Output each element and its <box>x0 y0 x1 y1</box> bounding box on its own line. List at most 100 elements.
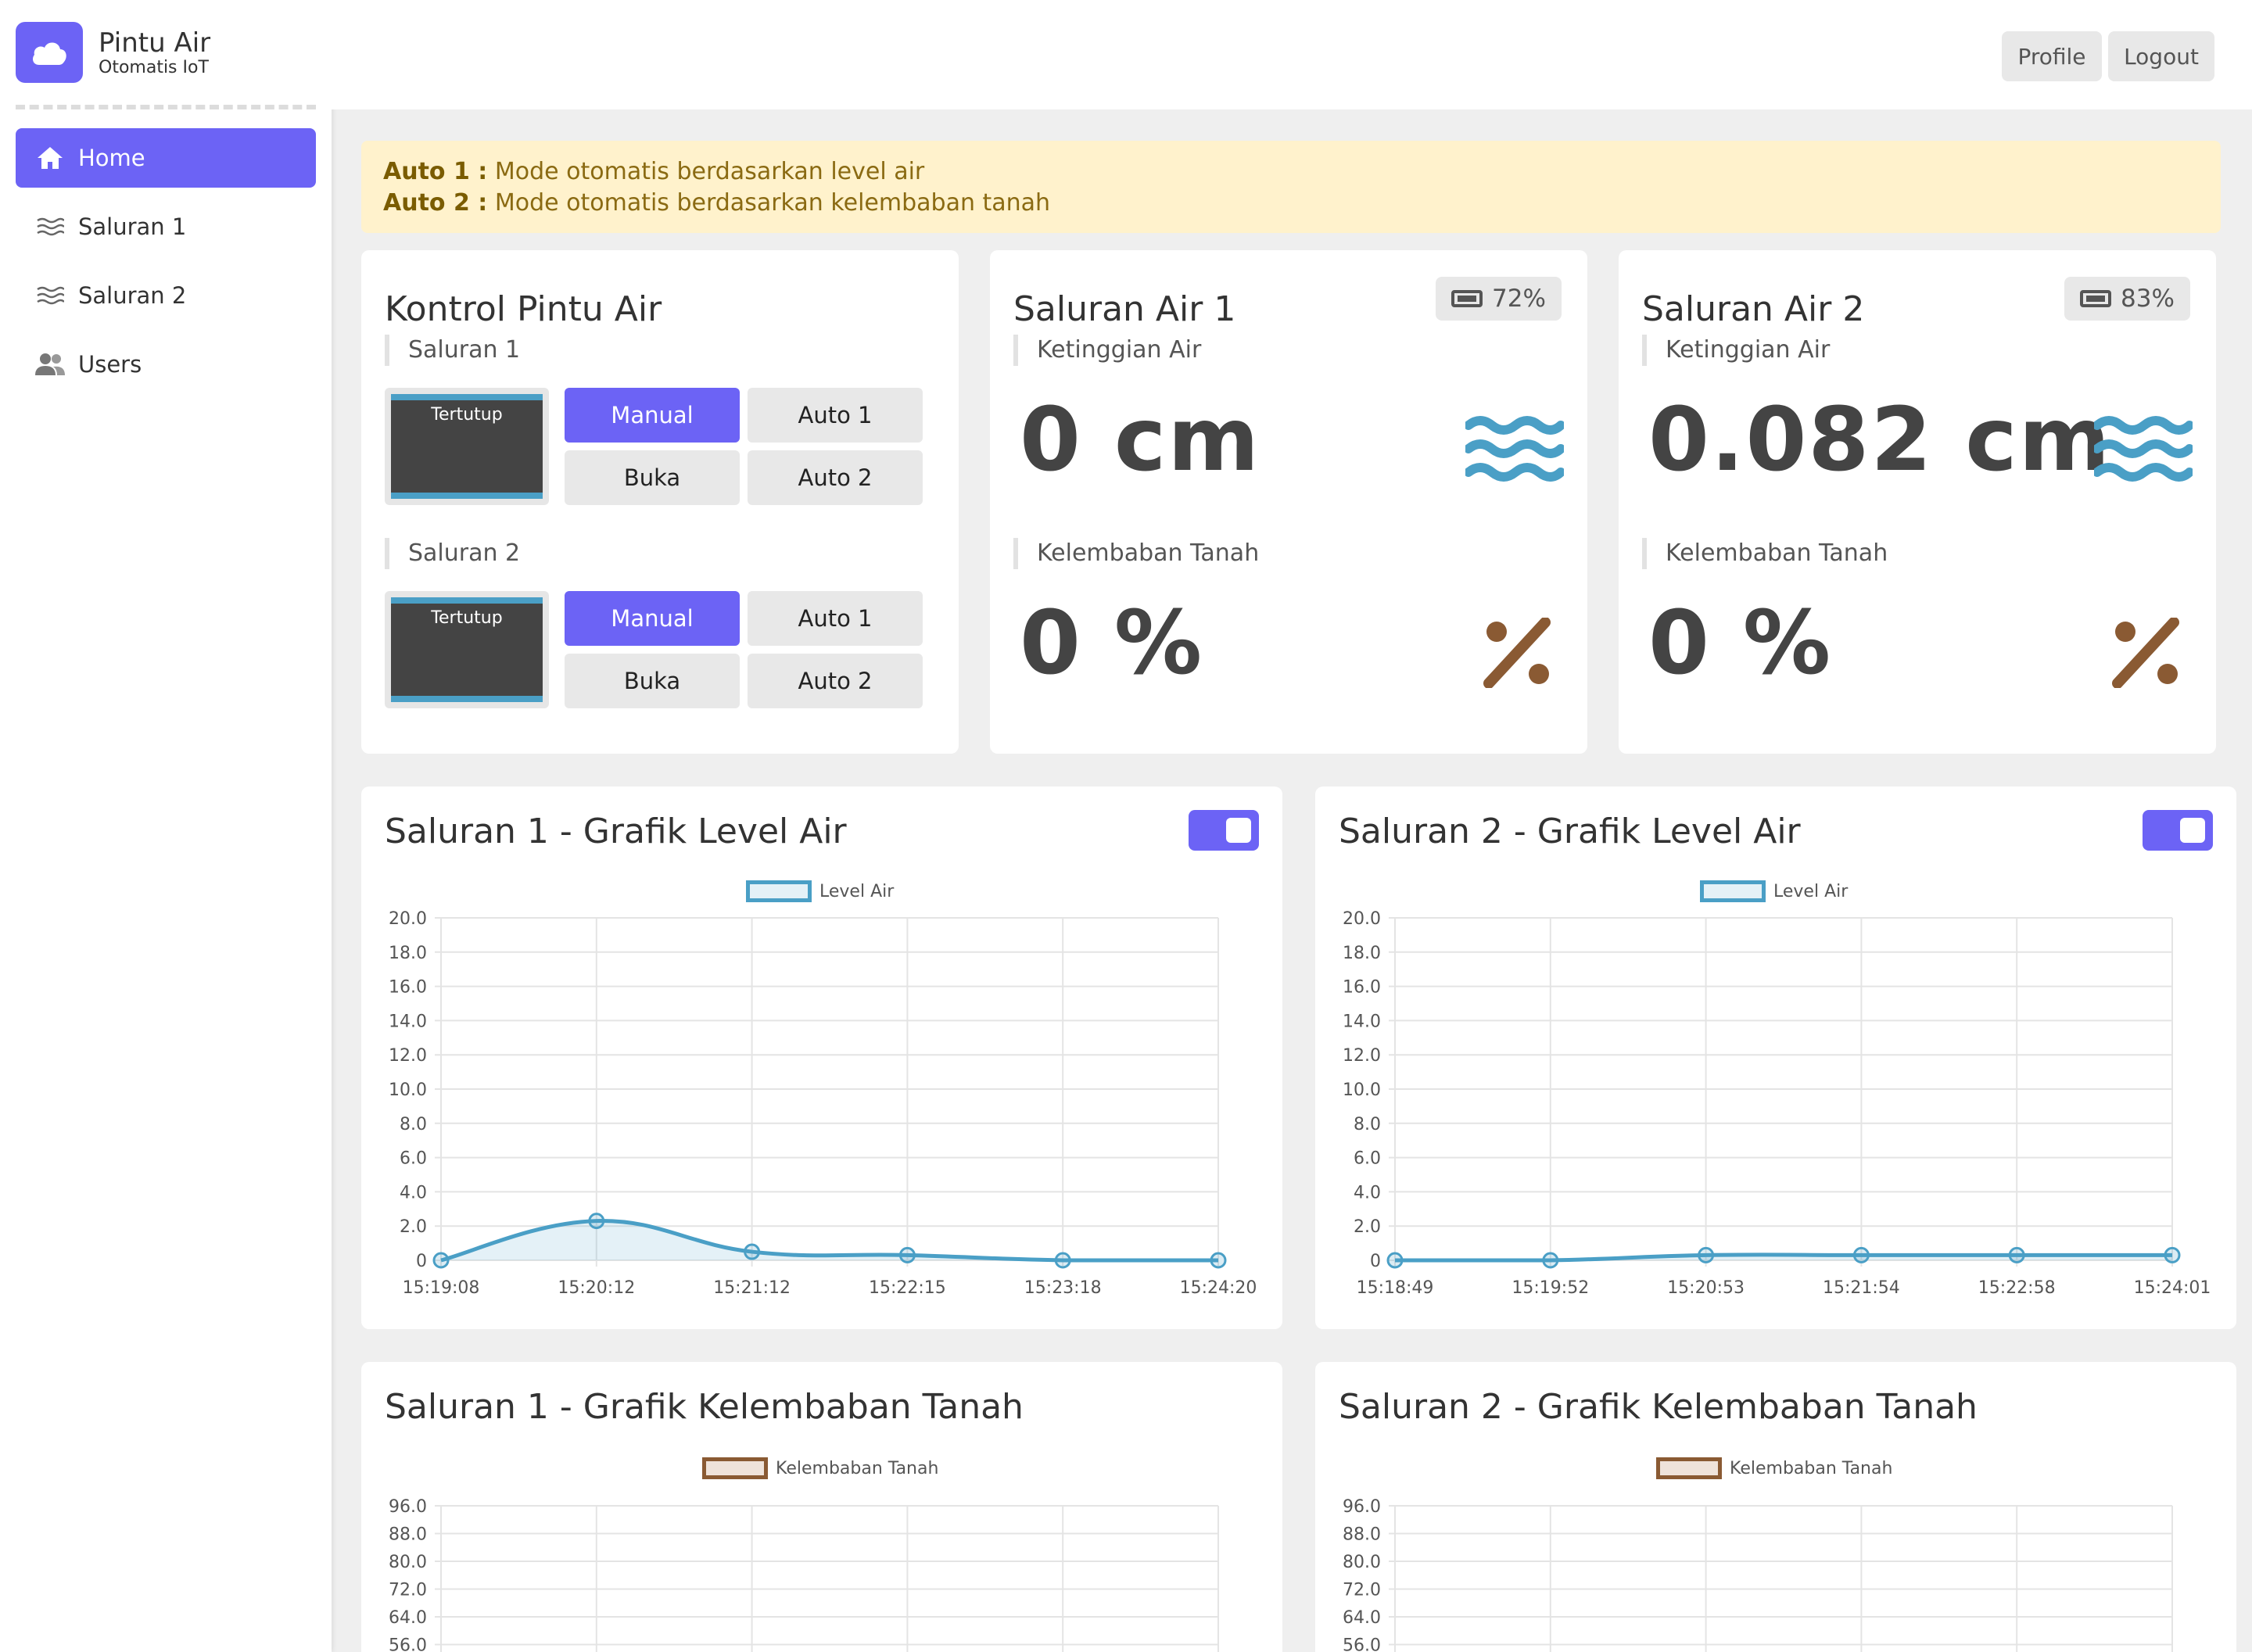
y-tick-label: 96.0 <box>1343 1497 1381 1517</box>
battery-badge: 83% <box>2064 277 2190 321</box>
y-tick-label: 16.0 <box>389 978 427 998</box>
channel-label: Saluran 2 <box>385 538 520 569</box>
y-tick-label: 64.0 <box>389 1608 427 1628</box>
sidebar-item-saluran-1[interactable]: Saluran 1 <box>16 197 316 256</box>
y-tick-label: 20.0 <box>389 909 427 929</box>
auto-2-button[interactable]: Auto 2 <box>748 654 923 708</box>
sidebar-item-users[interactable]: Users <box>16 335 316 394</box>
alert-key: Auto 2 : <box>383 189 488 217</box>
alert-key: Auto 1 : <box>383 158 488 185</box>
battery-icon <box>2080 290 2111 307</box>
sidebar-item-home[interactable]: Home <box>16 128 316 188</box>
divider <box>16 105 316 109</box>
x-tick-label: 15:21:54 <box>1823 1278 1900 1298</box>
x-tick-label: 15:23:18 <box>1024 1278 1102 1298</box>
topbar: Profile Logout <box>332 0 2252 109</box>
x-tick-label: 15:24:01 <box>2134 1278 2211 1298</box>
cloud-icon <box>16 22 83 83</box>
battery-value: 83% <box>2121 285 2175 313</box>
data-point <box>432 1252 450 1269</box>
auto-2-button[interactable]: Auto 2 <box>748 450 923 505</box>
manual-button[interactable]: Manual <box>565 591 740 646</box>
y-tick-label: 8.0 <box>1354 1115 1381 1134</box>
water-icon <box>2094 416 2193 482</box>
level-value: 0 cm <box>1020 389 1261 491</box>
y-tick-label: 88.0 <box>389 1525 427 1545</box>
auto-1-button[interactable]: Auto 1 <box>748 591 923 646</box>
card-title: Kontrol Pintu Air <box>385 289 662 329</box>
channel-label: Saluran 1 <box>385 335 520 366</box>
y-tick-label: 4.0 <box>1354 1183 1381 1202</box>
data-point <box>1852 1246 1870 1263</box>
level-chart-card-1: Saluran 1 - Grafik Level Air Level Air 0… <box>361 787 1282 1329</box>
battery-badge: 72% <box>1436 277 1562 321</box>
x-tick-label: 15:20:12 <box>558 1278 635 1298</box>
y-tick-label: 6.0 <box>1354 1149 1381 1169</box>
level-label: Ketinggian Air <box>1013 335 1201 366</box>
home-icon <box>34 142 66 174</box>
soil-value: 0 % <box>1020 593 1204 694</box>
card-title: Saluran Air 2 <box>1642 289 1865 329</box>
data-point <box>2164 1246 2181 1263</box>
door-status-text: Tertutup <box>431 405 503 425</box>
y-tick-label: 16.0 <box>1343 978 1381 998</box>
y-tick-label: 18.0 <box>389 944 427 963</box>
sidebar-item-label: Saluran 1 <box>78 213 187 240</box>
door-status-display: Tertutup <box>385 388 549 505</box>
data-point <box>744 1243 761 1260</box>
data-point <box>1698 1246 1715 1263</box>
alert-line-1: Auto 1 : Mode otomatis berdasarkan level… <box>383 156 2199 188</box>
soil-label: Kelembaban Tanah <box>1013 538 1259 569</box>
y-tick-label: 64.0 <box>1343 1608 1381 1628</box>
soil-label: Kelembaban Tanah <box>1642 538 1888 569</box>
y-tick-label: 14.0 <box>1343 1012 1381 1031</box>
kontrol-card: Kontrol Pintu Air Saluran 1 Tertutup Man… <box>361 250 959 754</box>
sidebar-item-label: Saluran 2 <box>78 282 187 309</box>
battery-value: 72% <box>1492 285 1546 313</box>
alert-line-2: Auto 2 : Mode otomatis berdasarkan kelem… <box>383 188 2199 219</box>
y-tick-label: 0 <box>416 1252 427 1271</box>
manual-button[interactable]: Manual <box>565 388 740 443</box>
buka-button[interactable]: Buka <box>565 654 740 708</box>
percent-icon <box>2112 618 2179 688</box>
water-lines-icon <box>34 280 66 311</box>
water-icon <box>1465 416 1564 482</box>
data-point <box>1054 1252 1071 1269</box>
percent-icon <box>1483 618 1551 688</box>
users-icon <box>34 349 66 380</box>
brand[interactable]: Pintu Air Otomatis IoT <box>16 22 210 83</box>
level-chart-card-2: Saluran 2 - Grafik Level Air Level Air 0… <box>1315 787 2236 1329</box>
y-tick-label: 8.0 <box>400 1115 427 1134</box>
x-tick-label: 15:20:53 <box>1667 1278 1745 1298</box>
x-tick-label: 15:22:58 <box>1978 1278 2056 1298</box>
saluran-air-1-card: Saluran Air 1 72% Ketinggian Air 0 cm Ke… <box>990 250 1587 754</box>
y-tick-label: 18.0 <box>1343 944 1381 963</box>
card-title: Saluran Air 1 <box>1013 289 1236 329</box>
y-tick-label: 4.0 <box>400 1183 427 1202</box>
sidebar-item-saluran-2[interactable]: Saluran 2 <box>16 266 316 325</box>
saluran-air-2-card: Saluran Air 2 83% Ketinggian Air 0.082 c… <box>1619 250 2216 754</box>
y-tick-label: 10.0 <box>389 1080 427 1100</box>
y-tick-label: 80.0 <box>1343 1553 1381 1572</box>
level-value: 0.082 cm <box>1648 389 2112 491</box>
auto-1-button[interactable]: Auto 1 <box>748 388 923 443</box>
soil-chart-card-1: Saluran 1 - Grafik Kelembaban Tanah Kele… <box>361 1362 1282 1652</box>
y-tick-label: 56.0 <box>1343 1636 1381 1652</box>
logout-button[interactable]: Logout <box>2108 31 2214 81</box>
soil-chart: 96.0 88.0 80.0 72.0 64.0 56.0 <box>389 1497 1219 1652</box>
level-chart: 0 2.0 4.0 6.0 8.0 10.0 12.0 14.0 16.0 18.0 20.0 15:… <box>389 909 1257 1298</box>
y-tick-label: 80.0 <box>389 1553 427 1572</box>
brand-title: Pintu Air <box>99 27 211 59</box>
brand-subtitle: Otomatis IoT <box>99 58 209 77</box>
data-point <box>1210 1252 1227 1269</box>
data-point <box>588 1213 605 1230</box>
buka-button[interactable]: Buka <box>565 450 740 505</box>
sidebar-item-label: Home <box>78 145 145 171</box>
soil-chart-card-2: Saluran 2 - Grafik Kelembaban Tanah Kele… <box>1315 1362 2236 1652</box>
x-tick-label: 15:21:12 <box>713 1278 791 1298</box>
profile-button[interactable]: Profile <box>2002 31 2102 81</box>
x-tick-label: 15:19:52 <box>1511 1278 1589 1298</box>
y-tick-label: 2.0 <box>1354 1217 1381 1237</box>
level-chart: 0 2.0 4.0 6.0 8.0 10.0 12.0 14.0 16.0 18.0 20.0 15:… <box>1343 909 2211 1298</box>
data-point <box>1386 1252 1404 1269</box>
